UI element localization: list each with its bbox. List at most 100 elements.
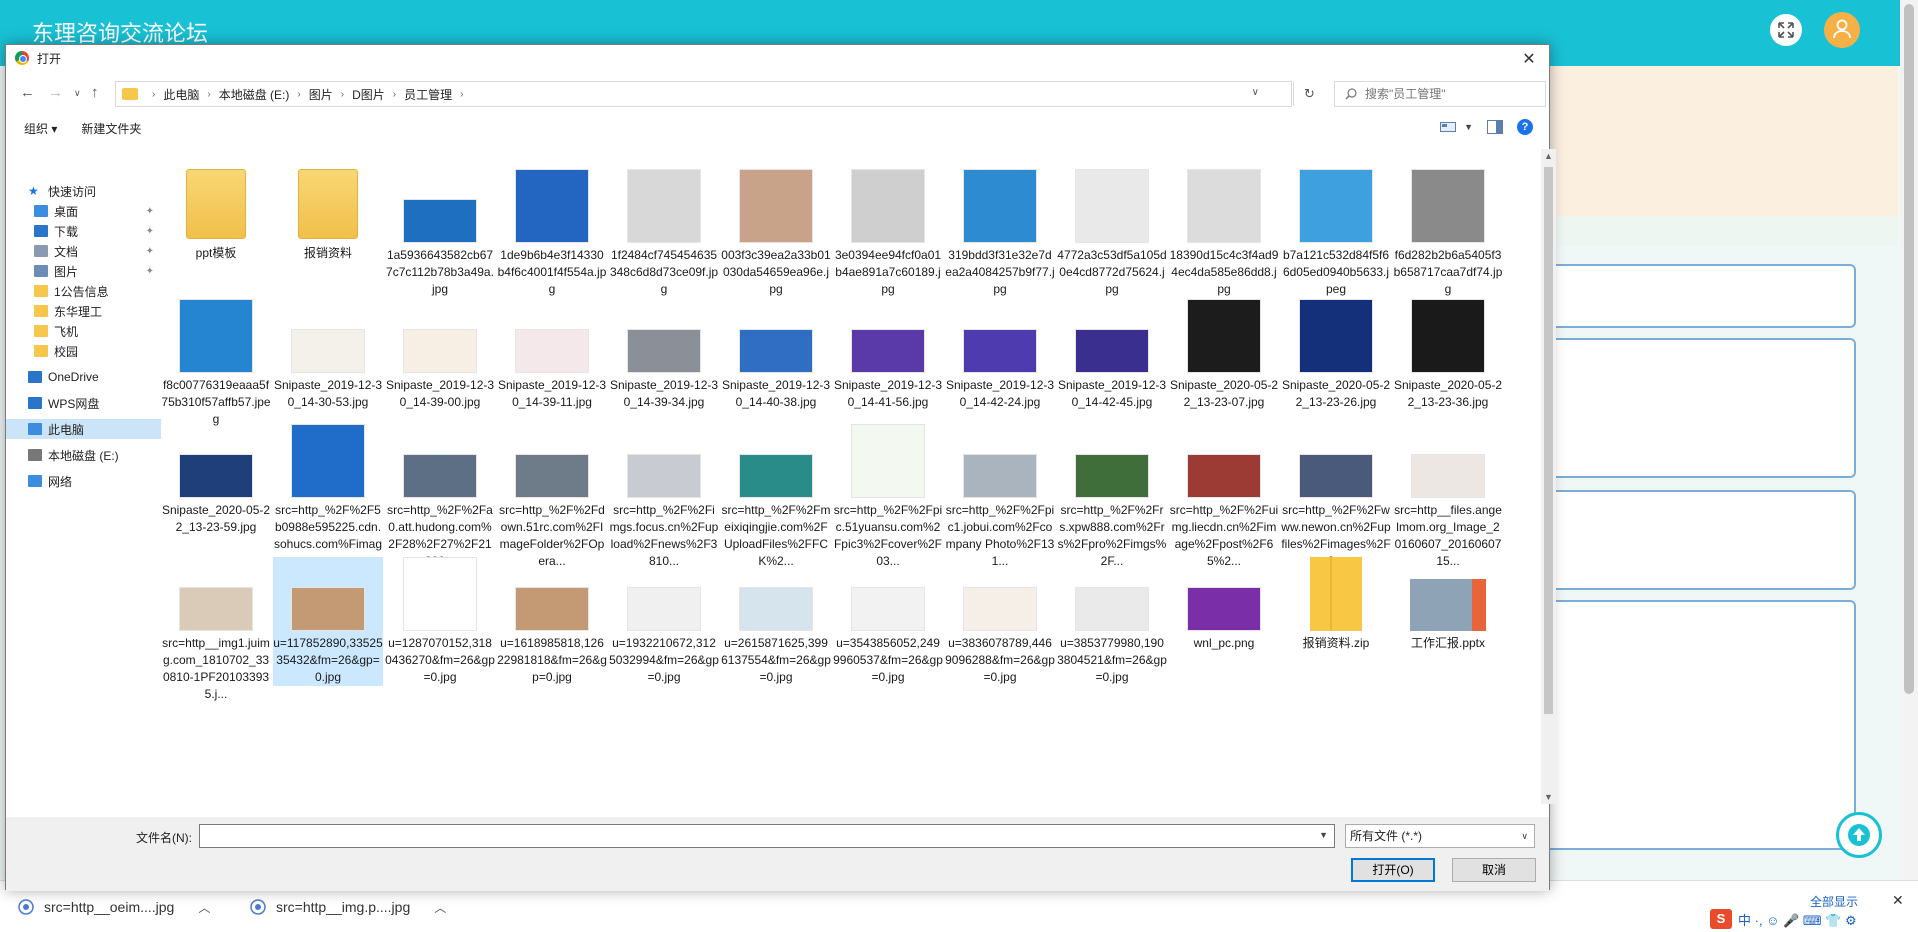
scroll-down-arrow-icon[interactable]: ▼: [1544, 792, 1553, 802]
file-item[interactable]: u=3836078789,4469096288&fm=26&gp=0.jpg: [945, 557, 1055, 686]
file-item[interactable]: 18390d15c4c3f4ad94ec4da585e86dd8.jpg: [1169, 169, 1279, 298]
file-item[interactable]: 报销资料.zip: [1281, 557, 1391, 652]
file-item[interactable]: 3e0394ee94fcf0a01b4ae891a7c60189.jpg: [833, 169, 943, 298]
breadcrumb-item[interactable]: 本地磁盘 (E:): [219, 86, 290, 103]
file-item[interactable]: src=http_%2F%2Frs.xpw888.com%2Frs%2Fpro%…: [1057, 424, 1167, 570]
file-item[interactable]: Snipaste_2019-12-30_14-41-56.jpg: [833, 299, 943, 411]
download-item[interactable]: src=http__oeim....jpg ︿: [18, 895, 210, 919]
chevron-down-icon[interactable]: ▼: [1319, 830, 1328, 840]
filename-field[interactable]: ▼: [199, 824, 1335, 848]
refresh-icon[interactable]: ↻: [1293, 82, 1325, 106]
download-item[interactable]: src=http__img.p....jpg ︿: [250, 895, 446, 919]
file-item[interactable]: 1f2484cf745454635348c6d8d73ce09f.jpg: [609, 169, 719, 298]
ime-tray[interactable]: S 中 ·, ☺ 🎤 ⌨ 👕 ⚙: [1710, 908, 1857, 930]
breadcrumb-item[interactable]: 图片: [309, 86, 333, 103]
pin-icon[interactable]: ✦: [146, 226, 154, 237]
file-item[interactable]: Snipaste_2019-12-30_14-42-24.jpg: [945, 299, 1055, 411]
pin-icon[interactable]: ✦: [146, 266, 154, 277]
file-item[interactable]: src=http_%2F%2Fa0.att.hudong.com%2F28%2F…: [385, 424, 495, 570]
view-mode-icon[interactable]: ▼: [1440, 121, 1473, 133]
page-scrollbar[interactable]: [1900, 0, 1918, 880]
sidebar-item[interactable]: 本地磁盘 (E:): [6, 445, 161, 465]
chevron-right-icon[interactable]: ›: [297, 89, 300, 100]
file-item[interactable]: u=1932210672,3125032994&fm=26&gp=0.jpg: [609, 557, 719, 686]
sidebar-item[interactable]: WPS网盘: [6, 393, 161, 413]
sidebar-item[interactable]: ★ 快速访问: [6, 181, 161, 201]
breadcrumb-item[interactable]: D图片: [352, 86, 385, 103]
file-item[interactable]: src=http_%2F%2Fwww.newon.cn%2Fupfiles%2F…: [1281, 424, 1391, 570]
breadcrumb-item[interactable]: 员工管理: [404, 86, 452, 103]
scrollbar-thumb[interactable]: [1544, 167, 1553, 714]
file-item[interactable]: wnl_pc.png: [1169, 557, 1279, 652]
file-item[interactable]: Snipaste_2019-12-30_14-42-45.jpg: [1057, 299, 1167, 411]
file-item[interactable]: src=http_%2F%2Fdown.51rc.com%2FImageFold…: [497, 424, 607, 570]
preview-pane-icon[interactable]: [1487, 120, 1503, 134]
close-icon[interactable]: ✕: [1519, 49, 1539, 69]
folder-item[interactable]: 报销资料: [273, 169, 383, 262]
sidebar-item[interactable]: 校园: [6, 341, 161, 361]
organize-menu[interactable]: 组织 ▾: [24, 120, 57, 137]
up-arrow-icon[interactable]: ↑: [91, 84, 99, 101]
file-item[interactable]: Snipaste_2019-12-30_14-39-00.jpg: [385, 299, 495, 411]
scroll-up-arrow-icon[interactable]: ▲: [1544, 151, 1553, 161]
close-icon[interactable]: ✕: [1892, 892, 1904, 909]
chevron-right-icon[interactable]: ›: [207, 89, 210, 100]
file-type-select[interactable]: 所有文件 (*.*) ∨: [1345, 824, 1535, 848]
file-item[interactable]: f8c00776319eaaa5f75b310f57affb57.jpeg: [161, 299, 271, 428]
sidebar-item[interactable]: 文档 ✦: [6, 241, 161, 261]
file-item[interactable]: 1a5936643582cb677c7c112b78b3a49a.jpg: [385, 169, 495, 298]
file-item[interactable]: u=1618985818,12622981818&fm=26&gp=0.jpg: [497, 557, 607, 686]
back-to-top-button[interactable]: [1836, 812, 1882, 858]
chevron-right-icon[interactable]: ›: [393, 89, 396, 100]
file-item[interactable]: 工作汇报.pptx: [1393, 557, 1503, 652]
file-item[interactable]: 4772a3c53df5a105d0e4cd8772d75624.jpg: [1057, 169, 1167, 298]
file-item[interactable]: src=http_%2F%2Fpic1.jobui.com%2Fcompany …: [945, 424, 1055, 570]
file-list-scrollbar[interactable]: ▲ ▼: [1541, 149, 1556, 804]
file-item[interactable]: u=1287070152,3180436270&fm=26&gp=0.jpg: [385, 557, 495, 686]
file-item[interactable]: src=http_%2F%2Fpic.51yuansu.com%2Fpic3%2…: [833, 424, 943, 570]
file-item[interactable]: 003f3c39ea2a33b01030da54659ea96e.jpg: [721, 169, 831, 298]
file-item[interactable]: src=http_%2F%2Fmeixiqingjie.com%2FUpload…: [721, 424, 831, 570]
file-item[interactable]: u=3853779980,1903804521&fm=26&gp=0.jpg: [1057, 557, 1167, 686]
forward-arrow-icon[interactable]: →: [48, 84, 63, 101]
file-item[interactable]: Snipaste_2020-05-22_13-23-07.jpg: [1169, 299, 1279, 411]
sidebar-item[interactable]: 桌面 ✦: [6, 201, 161, 221]
file-item[interactable]: Snipaste_2019-12-30_14-40-38.jpg: [721, 299, 831, 411]
sogou-ime-icon[interactable]: S: [1710, 909, 1732, 929]
sidebar-item[interactable]: OneDrive: [6, 367, 161, 387]
chevron-right-icon[interactable]: ›: [460, 89, 463, 100]
file-item[interactable]: u=3543856052,2499960537&fm=26&gp=0.jpg: [833, 557, 943, 686]
back-arrow-icon[interactable]: ←: [20, 84, 35, 101]
file-item[interactable]: 1de9b6b4e3f14330b4f6c4001f4f554a.jpg: [497, 169, 607, 298]
sidebar-item[interactable]: 网络: [6, 471, 161, 491]
file-item[interactable]: Snipaste_2020-05-22_13-23-36.jpg: [1393, 299, 1503, 411]
sidebar-item[interactable]: 飞机: [6, 321, 161, 341]
chevron-up-icon[interactable]: ︿: [198, 899, 210, 916]
file-item[interactable]: Snipaste_2020-05-22_13-23-26.jpg: [1281, 299, 1391, 411]
file-item[interactable]: src=http__files.angelmom.org_Image_20160…: [1393, 424, 1503, 570]
sidebar-item[interactable]: 图片 ✦: [6, 261, 161, 281]
file-item[interactable]: src=http_%2F%2Fuimg.liecdn.cn%2Fimage%2F…: [1169, 424, 1279, 570]
file-item[interactable]: Snipaste_2019-12-30_14-30-53.jpg: [273, 299, 383, 411]
sidebar-item[interactable]: 1公告信息: [6, 281, 161, 301]
address-bar[interactable]: › 此电脑 › 本地磁盘 (E:) › 图片 › D图片 › 员工管理 › ∨ …: [115, 81, 1315, 107]
page-scrollbar-thumb[interactable]: [1904, 4, 1914, 694]
chevron-down-icon[interactable]: ∨: [1521, 825, 1528, 847]
chevron-down-icon[interactable]: ∨: [1252, 87, 1259, 98]
file-item[interactable]: src=http_%2F%2Fimgs.focus.cn%2Fupload%2F…: [609, 424, 719, 570]
chevron-up-icon[interactable]: ︿: [434, 899, 446, 916]
sidebar-item[interactable]: 此电脑: [6, 419, 161, 439]
pin-icon[interactable]: ✦: [146, 206, 154, 217]
recent-locations-chevron-icon[interactable]: ∨: [74, 88, 81, 99]
breadcrumb-item[interactable]: 此电脑: [163, 86, 199, 103]
filename-input[interactable]: [200, 825, 1334, 847]
file-item[interactable]: src=http_%2F%2F5b0988e595225.cdn.sohucs.…: [273, 424, 383, 570]
fullscreen-button[interactable]: [1768, 12, 1804, 48]
chevron-right-icon[interactable]: ›: [341, 89, 344, 100]
file-item[interactable]: b7a121c532d84f5f66d05ed0940b5633.jpeg: [1281, 169, 1391, 298]
file-item[interactable]: u=117852890,3352535432&fm=26&gp=0.jpg: [273, 557, 383, 686]
file-item[interactable]: 319bdd3f31e32e7dea2a4084257b9f77.jpg: [945, 169, 1055, 298]
pin-icon[interactable]: ✦: [146, 246, 154, 257]
user-avatar[interactable]: [1824, 12, 1860, 48]
cancel-button[interactable]: 取消: [1452, 858, 1536, 882]
